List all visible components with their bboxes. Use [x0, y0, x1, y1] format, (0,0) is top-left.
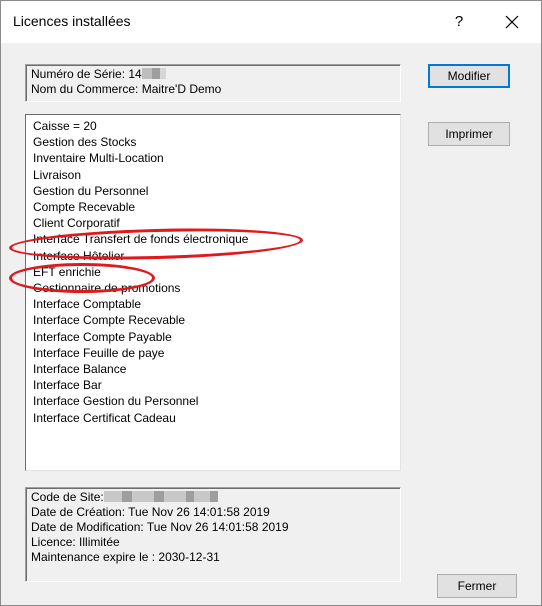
list-item[interactable]: Compte Recevable	[33, 199, 400, 215]
window-title: Licences installées	[13, 13, 131, 29]
redacted-site-code-part	[185, 491, 194, 502]
list-item[interactable]: Gestionnaire de promotions	[33, 280, 400, 296]
list-item[interactable]: Interface Certificat Cadeau	[33, 410, 400, 426]
list-item[interactable]: Interface Comptable	[33, 296, 400, 312]
store-name-line: Nom du Commerce: Maitre'D Demo	[31, 82, 222, 96]
site-code-label: Code de Site:	[31, 490, 104, 504]
redacted-site-code-part	[193, 491, 210, 502]
list-item[interactable]: Interface Balance	[33, 361, 400, 377]
license-type-line: Licence: Illimitée	[31, 535, 120, 549]
close-button[interactable]: Fermer	[437, 574, 517, 598]
redacted-site-code-part	[131, 491, 154, 502]
redacted-site-code-part	[209, 491, 218, 502]
redacted-site-code-part	[153, 491, 164, 502]
print-button[interactable]: Imprimer	[428, 122, 510, 146]
list-item[interactable]: Interface Feuille de paye	[33, 345, 400, 361]
list-item[interactable]: EFT enrichie	[33, 264, 400, 280]
redacted-site-code-part	[121, 491, 132, 502]
help-button[interactable]: ?	[447, 10, 471, 34]
licenses-dialog: Licences installées ? Numéro de Série: 1…	[0, 0, 542, 606]
serial-number-label: Numéro de Série: 14	[31, 67, 142, 81]
modification-date-line: Date de Modification: Tue Nov 26 14:01:5…	[31, 520, 289, 534]
list-item[interactable]: Gestion du Personnel	[33, 183, 400, 199]
list-item[interactable]: Interface Transfert de fonds électroniqu…	[33, 231, 400, 247]
license-info-panel: Numéro de Série: 14 Nom du Commerce: Mai…	[25, 64, 401, 102]
title-bar: Licences installées ?	[1, 1, 541, 43]
list-item[interactable]: Client Corporatif	[33, 215, 400, 231]
list-item[interactable]: Interface Compte Recevable	[33, 312, 400, 328]
creation-date-line: Date de Création: Tue Nov 26 14:01:58 20…	[31, 505, 270, 519]
modify-button[interactable]: Modifier	[428, 64, 510, 88]
redacted-serial-part	[151, 68, 160, 79]
redacted-site-code	[103, 491, 122, 502]
site-info-panel: Code de Site: Date de Création: Tue Nov …	[25, 487, 401, 582]
list-item[interactable]: Inventaire Multi-Location	[33, 150, 400, 166]
list-item[interactable]: Livraison	[33, 167, 400, 183]
serial-number-line: Numéro de Série: 14	[31, 67, 400, 82]
list-item[interactable]: Gestion des Stocks	[33, 134, 400, 150]
redacted-site-code-part	[163, 491, 186, 502]
close-icon	[505, 15, 519, 29]
list-item[interactable]: Caisse = 20	[33, 118, 400, 134]
list-item[interactable]: Interface Compte Payable	[33, 329, 400, 345]
maintenance-expiry-line: Maintenance expire le : 2030-12-31	[31, 550, 220, 564]
site-code-line: Code de Site:	[31, 490, 400, 505]
list-item[interactable]: Interface Bar	[33, 377, 400, 393]
redacted-serial	[141, 68, 152, 79]
redacted-serial-part	[159, 68, 166, 79]
close-window-button[interactable]	[495, 7, 529, 37]
licenses-list[interactable]: Caisse = 20 Gestion des Stocks Inventair…	[25, 114, 401, 471]
list-item[interactable]: Interface Hôtelier	[33, 248, 400, 264]
list-item[interactable]: Interface Gestion du Personnel	[33, 393, 400, 409]
